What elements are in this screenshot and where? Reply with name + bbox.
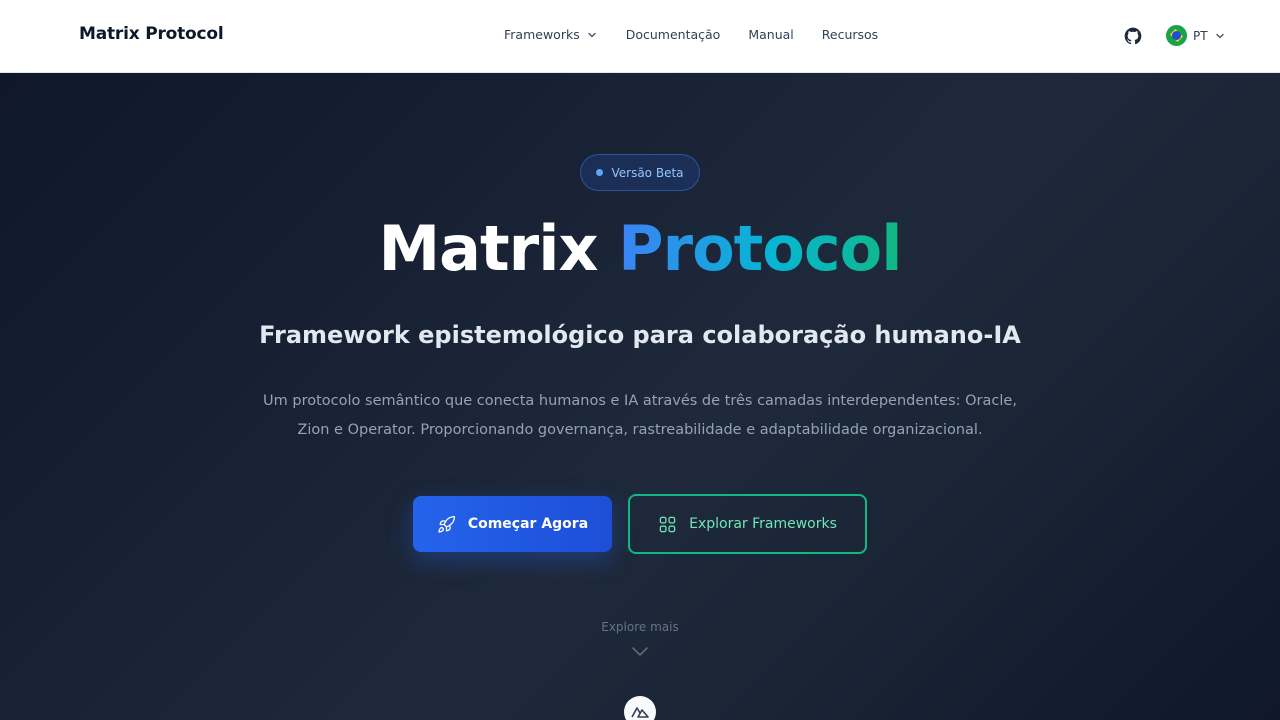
chevron-down-icon (1215, 33, 1224, 38)
explore-frameworks-button[interactable]: Explorar Frameworks (628, 494, 867, 554)
get-started-label: Começar Agora (467, 516, 589, 532)
nuxt-logo-icon (631, 707, 649, 718)
hero-description-line2: Zion e Operator. Proporcionando governan… (297, 422, 983, 438)
badge-dot (596, 169, 604, 176)
nav-item-documentacao[interactable]: Documentação (626, 27, 721, 42)
status-badge: Versão Beta (580, 154, 700, 191)
main-nav: Frameworks Documentação Manual Recursos (504, 27, 878, 42)
brazil-flag-icon (1166, 25, 1187, 46)
top-navbar: Matrix Protocol Frameworks Documentação … (0, 0, 1280, 73)
nav-item-recursos[interactable]: Recursos (822, 27, 878, 42)
nuxt-devtools-button[interactable] (624, 696, 656, 720)
nav-item-label: Recursos (821, 27, 879, 42)
brand-logo[interactable]: Matrix Protocol (79, 24, 224, 44)
hero-title-part2: Protocol (618, 212, 902, 285)
hero-description: Um protocolo semântico que conecta human… (240, 387, 1040, 445)
grid-icon (659, 516, 676, 532)
chevron-down-icon (588, 32, 596, 37)
language-selector[interactable]: PT (1166, 25, 1226, 46)
hero-description-line1: Um protocolo semântico que conecta human… (263, 393, 1017, 409)
hero-subtitle: Framework epistemológico para colaboraçã… (259, 321, 1021, 349)
get-started-button[interactable]: Começar Agora (413, 496, 612, 552)
hero-section: Versão Beta Matrix Protocol Framework ep… (0, 73, 1280, 720)
explore-frameworks-label: Explorar Frameworks (689, 516, 837, 532)
github-icon[interactable] (1123, 26, 1143, 46)
nav-item-label: Frameworks (504, 27, 580, 42)
rocket-icon (438, 515, 455, 533)
nav-item-label: Documentação (625, 27, 721, 42)
badge-label: Versão Beta (611, 165, 684, 180)
chevron-down-icon[interactable] (631, 644, 649, 658)
nav-item-frameworks[interactable]: Frameworks (504, 27, 598, 42)
explore-more-label: Explore mais (601, 620, 679, 634)
hero-title-part1: Matrix (378, 212, 598, 285)
language-code: PT (1193, 28, 1208, 43)
hero-title: Matrix Protocol (0, 218, 1280, 280)
nav-item-manual[interactable]: Manual (748, 27, 793, 42)
nav-item-label: Manual (748, 27, 794, 42)
